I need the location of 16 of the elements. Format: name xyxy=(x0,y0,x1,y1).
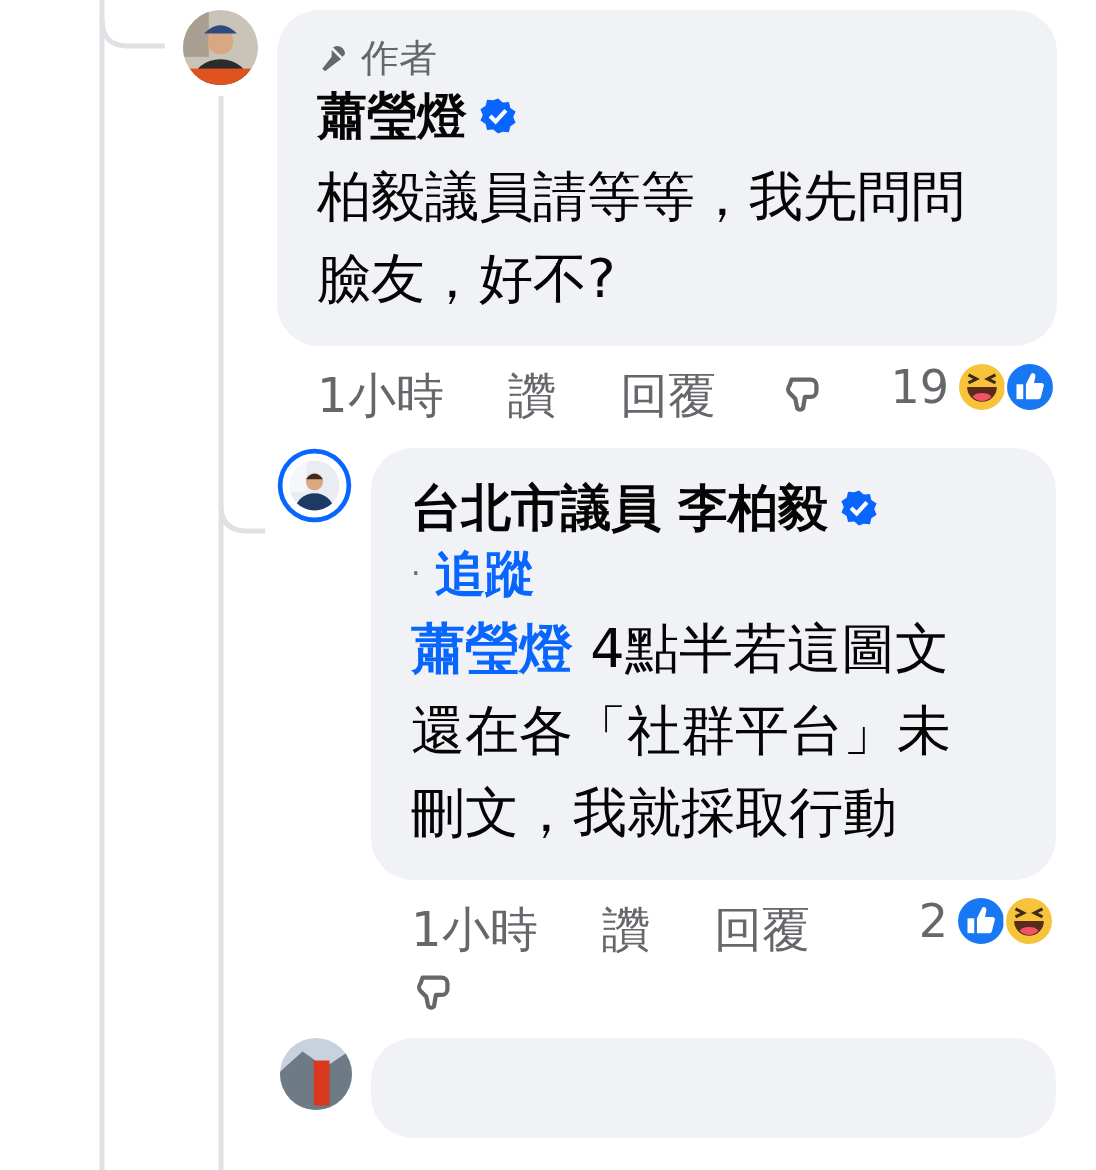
separator-dot: · xyxy=(411,555,421,593)
comment-text: 蕭瑩燈 4點半若這圖文還在各「社群平台」未刪文，我就採取行動 xyxy=(411,616,952,846)
follow-link[interactable]: 追蹤 xyxy=(434,544,535,604)
timestamp[interactable]: 1小時 xyxy=(317,360,444,430)
commenter-name[interactable]: 台北市議員 李柏毅 xyxy=(411,472,829,544)
reaction-count[interactable]: 19 xyxy=(890,360,949,414)
mention-link[interactable]: 蕭瑩燈 xyxy=(411,617,573,680)
like-link[interactable]: 讚 xyxy=(601,894,650,964)
reply-link[interactable]: 回覆 xyxy=(619,360,716,430)
author-label: 作者 xyxy=(361,36,437,80)
like-link[interactable]: 讚 xyxy=(507,360,556,430)
reply-link[interactable]: 回覆 xyxy=(713,894,810,964)
commenter-name[interactable]: 蕭瑩燈 xyxy=(317,80,467,152)
comment-text: 柏毅議員請等等，我先問問臉友，好不? xyxy=(317,164,966,312)
timestamp[interactable]: 1小時 xyxy=(411,894,538,964)
reaction-count[interactable]: 2 xyxy=(918,894,948,948)
